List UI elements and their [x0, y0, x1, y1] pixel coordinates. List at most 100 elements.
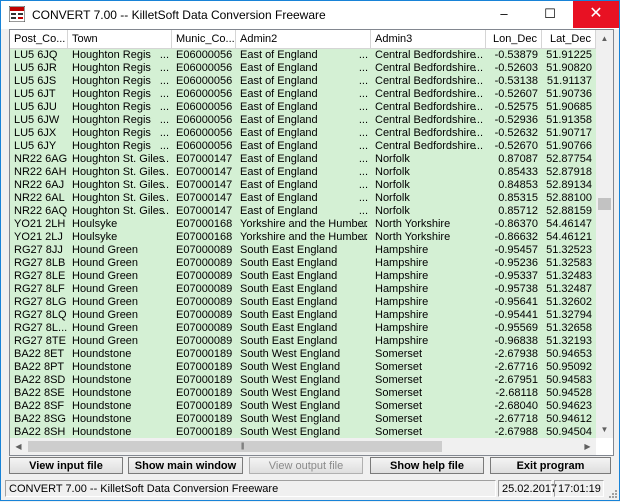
view-input-file-button[interactable]: View input file [9, 457, 123, 474]
table-cell: Houndstone [72, 374, 132, 386]
table-row[interactable]: BA22 8ET Houndstone E07000189 South West En… [10, 348, 596, 361]
table-cell: Yorkshire and the Humber [236, 231, 371, 244]
table-row[interactable]: LU5 6JR Houghton Regis E06000056East of En… [10, 62, 596, 75]
exit-program-button[interactable]: Exit program [490, 457, 611, 474]
table-cell: 51.32523 [546, 244, 592, 256]
table-row[interactable]: RG27 8LF Hound Green E07000089 South East E… [10, 283, 596, 296]
table-row[interactable]: YO21 2LH Houlsyke E07000168 Yorkshire and t… [10, 218, 596, 231]
table-cell: 51.91358 [546, 114, 592, 126]
minimize-button[interactable]: – [481, 1, 527, 28]
table-cell: 50.95092 [546, 361, 592, 373]
table-cell: BA22 8SE [14, 387, 65, 399]
table-row[interactable]: BA22 8SD Houndstone E07000189 South West En… [10, 374, 596, 387]
table-cell: East of England [236, 192, 371, 205]
table-cell: South East England [240, 270, 338, 282]
maximize-button[interactable]: ☐ [527, 1, 573, 28]
table-row[interactable]: LU5 6JS Houghton Regis E06000056East of En… [10, 75, 596, 88]
table-row[interactable]: NR22 6AHHoughton St. Giles E07000147East … [10, 166, 596, 179]
table-cell: Central Bedfordshire [371, 75, 486, 88]
table-row[interactable]: BA22 8SG Houndstone E07000189 South West En… [10, 413, 596, 426]
table-cell: 51.32794 [546, 309, 592, 321]
window-title: CONVERT 7.00 -- KilletSoft Data Conversi… [32, 8, 326, 22]
column-header[interactable]: Admin2 [236, 30, 371, 48]
table-cell: BA22 8PT [14, 361, 65, 373]
table-cell: East of England [236, 88, 371, 101]
table-cell: E06000056 [176, 88, 233, 100]
table-cell: Houghton St. Giles [68, 205, 172, 218]
table-row[interactable]: BA22 8SF Houndstone E07000189 South West En… [10, 400, 596, 413]
table-row[interactable]: LU5 6JY Houghton Regis E06000056East of En… [10, 140, 596, 153]
table-row[interactable]: RG27 8JJ Hound Green E07000089 South East E… [10, 244, 596, 257]
table-cell: RG27 8LB [14, 257, 66, 269]
table-row[interactable]: BA22 8PT Houndstone E07000189 South West En… [10, 361, 596, 374]
table-row[interactable]: LU5 6JT Houghton Regis E06000056East of En… [10, 88, 596, 101]
table-row[interactable]: BA22 8SE Houndstone E07000189 South West En… [10, 387, 596, 400]
table-row[interactable]: NR22 6AGHoughton St. Giles E07000147East … [10, 153, 596, 166]
table-cell: NR22 6AH [14, 166, 67, 178]
table-cell: E07000147 [176, 153, 233, 165]
table-cell: Houndstone [72, 348, 132, 360]
app-icon[interactable] [8, 5, 26, 23]
table-row[interactable]: LU5 6JX Houghton Regis E06000056East of En… [10, 127, 596, 140]
table-row[interactable]: RG27 8LG Hound Green E07000089 South East E… [10, 296, 596, 309]
column-header[interactable]: Post_Co... [10, 30, 68, 48]
table-cell: NR22 6AG [14, 153, 68, 165]
scroll-left-icon[interactable]: ◀ [10, 438, 27, 455]
column-header[interactable]: Admin3 [371, 30, 486, 48]
column-header[interactable]: Munic_Co... [172, 30, 236, 48]
scroll-right-icon[interactable]: ▶ [579, 438, 596, 455]
table-cell: Somerset [375, 413, 423, 425]
show-main-window-button[interactable]: Show main window [128, 457, 243, 474]
table-cell: LU5 6JW [14, 114, 60, 126]
table-cell: RG27 8LG [14, 296, 67, 308]
table-cell: 51.32483 [546, 270, 592, 282]
horizontal-scrollbar[interactable]: ◀ ||| ▶ [10, 438, 596, 455]
status-time: 17:01:19 [554, 480, 604, 497]
table-row[interactable]: NR22 6ALHoughton St. Giles E07000147East … [10, 192, 596, 205]
table-cell: NR22 6AL [14, 192, 65, 204]
table-cell: Houghton St. Giles [68, 166, 172, 179]
view-output-file-button[interactable]: View output file [249, 457, 363, 474]
table-cell: Norfolk [375, 192, 410, 204]
table-cell: South East England [240, 322, 338, 334]
table-cell: -0.53879 [494, 49, 538, 61]
table-cell: 51.32602 [546, 296, 592, 308]
table-row[interactable]: RG27 8LE Hound Green E07000089 South East E… [10, 270, 596, 283]
table-row[interactable]: LU5 6JQ Houghton Regis E06000056East of En… [10, 49, 596, 62]
close-button[interactable]: ✕ [573, 1, 619, 28]
grip-icon: ||| [241, 443, 245, 450]
table-cell: E07000089 [176, 309, 233, 321]
size-grip-icon[interactable] [606, 487, 618, 499]
vertical-scrollbar[interactable]: ▲ ▼ [596, 30, 613, 438]
table-cell: South East England [240, 309, 338, 321]
table-cell: BA22 8ET [14, 348, 65, 360]
table-cell: E06000056 [176, 127, 233, 139]
column-header[interactable]: Lat_Dec [542, 30, 596, 48]
vertical-scroll-thumb[interactable] [598, 198, 611, 210]
table-cell: E07000189 [176, 387, 233, 399]
table-cell: Houndstone [72, 387, 132, 399]
data-grid[interactable]: Post_Co... Town Munic_Co... Admin2 Admin3 Lon… [9, 29, 614, 456]
table-cell: E07000189 [176, 400, 233, 412]
horizontal-scroll-thumb[interactable]: ||| [28, 441, 442, 452]
table-row[interactable]: RG27 8TE Hound Green E07000089 South East E… [10, 335, 596, 348]
column-header[interactable]: Lon_Dec [486, 30, 542, 48]
table-row[interactable]: LU5 6JU Houghton Regis E06000056East of En… [10, 101, 596, 114]
show-help-file-button[interactable]: Show help file [370, 457, 484, 474]
table-row[interactable]: YO21 2LJ Houlsyke E07000168 Yorkshire and t… [10, 231, 596, 244]
table-row[interactable]: RG27 8LQ Hound Green E07000089 South East E… [10, 309, 596, 322]
scroll-up-icon[interactable]: ▲ [596, 30, 613, 47]
table-cell: Somerset [375, 400, 423, 412]
table-cell: LU5 6JQ [14, 49, 58, 61]
table-row[interactable]: NR22 6AJHoughton St. Giles E07000147East … [10, 179, 596, 192]
table-row[interactable]: RG27 8LB Hound Green E07000089 South East E… [10, 257, 596, 270]
scroll-down-icon[interactable]: ▼ [596, 421, 613, 438]
table-cell: -0.52603 [494, 62, 538, 74]
title-bar[interactable]: CONVERT 7.00 -- KilletSoft Data Conversi… [1, 1, 619, 29]
column-header[interactable]: Town [68, 30, 172, 48]
table-cell: Hound Green [72, 270, 139, 282]
table-cell: 51.90685 [546, 101, 592, 113]
table-row[interactable]: LU5 6JW Houghton Regis E06000056East of En… [10, 114, 596, 127]
table-row[interactable]: NR22 6AQHoughton St. Giles E07000147East … [10, 205, 596, 218]
table-row[interactable]: RG27 8L... Hound Green E07000089 South East… [10, 322, 596, 335]
